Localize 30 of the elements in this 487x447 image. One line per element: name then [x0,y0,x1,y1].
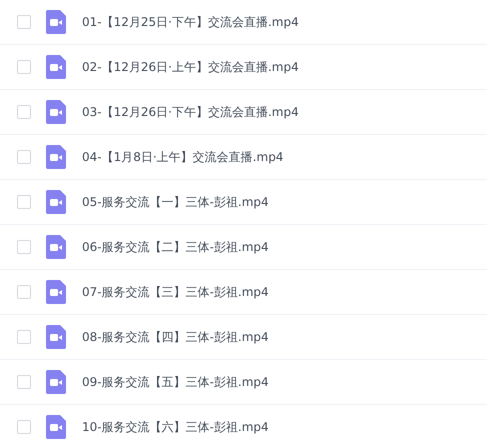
file-name[interactable]: 07-服务交流【三】三体-彭祖.mp4 [82,283,269,301]
file-name[interactable]: 02-【12月26日·上午】交流会直播.mp4 [82,58,299,76]
video-file-icon [46,55,66,79]
video-file-icon [46,280,66,304]
file-name[interactable]: 04-【1月8日·上午】交流会直播.mp4 [82,148,284,166]
checkbox[interactable] [17,240,31,254]
file-name[interactable]: 03-【12月26日·下午】交流会直播.mp4 [82,103,299,121]
checkbox[interactable] [17,15,31,29]
file-name[interactable]: 10-服务交流【六】三体-彭祖.mp4 [82,418,269,436]
file-name[interactable]: 01-【12月25日·下午】交流会直播.mp4 [82,13,299,31]
checkbox[interactable] [17,60,31,74]
checkbox[interactable] [17,105,31,119]
checkbox[interactable] [17,150,31,164]
file-name[interactable]: 08-服务交流【四】三体-彭祖.mp4 [82,328,269,346]
video-file-icon [46,10,66,34]
video-file-icon [46,415,66,439]
file-name[interactable]: 05-服务交流【一】三体-彭祖.mp4 [82,193,269,211]
video-file-icon [46,370,66,394]
checkbox[interactable] [17,195,31,209]
checkbox[interactable] [17,375,31,389]
video-file-icon [46,145,66,169]
video-file-icon [46,325,66,349]
checkbox[interactable] [17,330,31,344]
checkbox[interactable] [17,420,31,434]
video-file-icon [46,100,66,124]
video-file-icon [46,235,66,259]
video-file-icon [46,190,66,214]
file-name[interactable]: 09-服务交流【五】三体-彭祖.mp4 [82,373,269,391]
file-name[interactable]: 06-服务交流【二】三体-彭祖.mp4 [82,238,269,256]
checkbox[interactable] [17,285,31,299]
